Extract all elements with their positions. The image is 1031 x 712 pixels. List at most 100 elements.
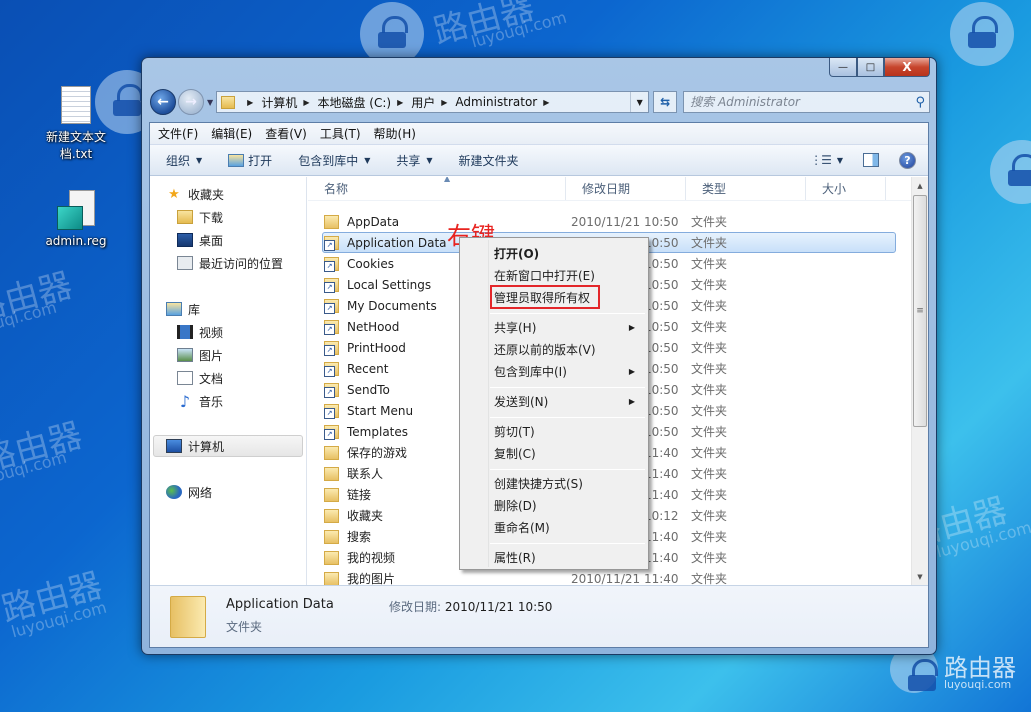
view-options-dropdown[interactable]: ▼ [837, 156, 843, 165]
context-menu-item[interactable]: 复制(C) [463, 442, 645, 464]
scroll-up-arrow[interactable]: ▲ [912, 177, 928, 194]
context-menu-item[interactable]: 属性(R) [463, 546, 645, 568]
include-in-library-button[interactable]: 包含到库中 ▼ [298, 152, 370, 169]
search-input[interactable] [690, 95, 916, 109]
menu-bar: 文件(F) 编辑(E) 查看(V) 工具(T) 帮助(H) [150, 123, 928, 145]
nav-pictures[interactable]: 图片 [177, 344, 306, 366]
nav-recent-places[interactable]: 最近访问的位置 [177, 252, 306, 274]
nav-music[interactable]: ♪ 音乐 [177, 390, 306, 412]
help-icon[interactable]: ? [899, 151, 916, 169]
column-header-size[interactable]: 大小 [806, 177, 886, 200]
nav-documents[interactable]: 文档 [177, 367, 306, 389]
file-name: 我的图片 [347, 572, 396, 585]
file-type: 文件夹 [691, 257, 728, 271]
file-type: 文件夹 [691, 362, 728, 376]
star-icon: ★ [168, 186, 180, 202]
context-menu-item[interactable]: 还原以前的版本(V) [463, 338, 645, 360]
menu-tools[interactable]: 工具(T) [320, 125, 361, 142]
refresh-button[interactable]: ⇆ [653, 91, 678, 113]
context-menu-item[interactable]: 共享(H) ▶ [463, 316, 645, 338]
nav-desktop[interactable]: 桌面 [177, 229, 306, 251]
vertical-scrollbar[interactable]: ▲ ≡ ▼ [911, 177, 928, 585]
nav-videos[interactable]: 视频 [177, 321, 306, 343]
organize-button[interactable]: 组织 ▼ [166, 152, 202, 169]
open-button[interactable]: 打开 [228, 152, 272, 169]
context-menu-item[interactable]: 包含到库中(I) ▶ [463, 360, 645, 382]
menu-file[interactable]: 文件(F) [158, 125, 198, 142]
context-menu-item[interactable]: 打开(O) [463, 242, 645, 264]
search-box[interactable]: ⚲ [683, 91, 930, 113]
chevron-right-icon[interactable]: ▶ [543, 98, 549, 107]
file-type: 文件夹 [691, 299, 728, 313]
registry-file-icon [57, 190, 95, 230]
search-icon[interactable]: ⚲ [915, 95, 925, 110]
back-button[interactable]: ← [150, 89, 176, 115]
context-menu-item[interactable]: 在新窗口中打开(E) [463, 264, 645, 286]
file-name-cell: Application Data [324, 235, 447, 251]
desktop-icon-registry-file[interactable]: admin.reg [36, 190, 116, 248]
menu-view[interactable]: 查看(V) [265, 125, 307, 142]
context-menu-item[interactable]: 重命名(M) [463, 516, 645, 538]
new-folder-button[interactable]: 新建文件夹 [459, 152, 519, 169]
file-name-cell: Local Settings [324, 277, 431, 293]
file-name: NetHood [347, 319, 400, 334]
address-history-dropdown[interactable]: ▼ [630, 92, 648, 112]
breadcrumb-users[interactable]: 用户 ▶ [411, 94, 455, 111]
nav-favorites[interactable]: ★ 收藏夹 [166, 183, 306, 205]
forward-button[interactable]: → [178, 89, 204, 115]
context-menu: 打开(O) 在新窗口中打开(E) 管理员取得所有权 共享(H) ▶ 还原以前的版本(V) 包… [459, 237, 649, 570]
breadcrumb-computer[interactable]: 计算机 ▶ [261, 94, 317, 111]
chevron-right-icon[interactable]: ▶ [397, 98, 403, 107]
desktop-icon-label: 新建文本文档.txt [45, 130, 106, 161]
context-menu-item[interactable]: 发送到(N) ▶ [463, 390, 645, 412]
details-pane: Application Data 修改日期: 2010/11/21 10:50 … [150, 585, 928, 647]
address-bar[interactable]: ▶ 计算机 ▶ 本地磁盘 (C:) ▶ 用户 ▶ Administrator ▶ ▼ [216, 91, 650, 113]
context-menu-item[interactable]: 管理员取得所有权 [463, 286, 645, 308]
close-button[interactable]: X [884, 58, 930, 77]
chevron-right-icon[interactable]: ▶ [303, 98, 309, 107]
recent-pages-dropdown[interactable]: ▼ [207, 98, 213, 107]
folder-shortcut-icon [324, 319, 339, 335]
column-header-modified[interactable]: 修改日期 [566, 177, 686, 200]
context-menu-item[interactable]: 剪切(T) [463, 420, 645, 442]
preview-pane-icon[interactable] [863, 153, 879, 167]
details-item-name: Application Data [226, 597, 334, 612]
change-view-icon[interactable]: ⋮☰ [810, 153, 832, 167]
share-button[interactable]: 共享 ▼ [396, 152, 432, 169]
column-header-name[interactable]: 名称 [308, 177, 566, 200]
menu-separator [490, 387, 645, 388]
context-menu-item[interactable]: 创建快捷方式(S) [463, 472, 645, 494]
menu-help[interactable]: 帮助(H) [374, 125, 416, 142]
chevron-right-icon[interactable]: ▶ [247, 98, 253, 107]
minimize-button[interactable]: — [829, 58, 857, 77]
maximize-button[interactable]: □ [857, 58, 884, 77]
breadcrumb-administrator[interactable]: Administrator ▶ [455, 95, 557, 109]
file-name-cell: My Documents [324, 298, 437, 314]
file-row[interactable]: 我的图片 2010/11/21 11:40 文件夹 [308, 568, 910, 585]
nav-network[interactable]: 网络 [166, 481, 306, 503]
nav-computer[interactable]: 计算机 [153, 435, 303, 457]
caption-buttons: — □ X [829, 58, 930, 77]
chevron-right-icon[interactable]: ▶ [441, 98, 447, 107]
context-menu-item-label: 创建快捷方式(S) [494, 476, 583, 491]
desktop-icon-label: admin.reg [45, 234, 107, 248]
column-header-type[interactable]: 类型 [686, 177, 806, 200]
nav-downloads[interactable]: 下载 [177, 206, 306, 228]
folder-icon [324, 466, 339, 481]
scroll-down-arrow[interactable]: ▼ [912, 568, 928, 585]
context-menu-item[interactable]: 删除(D) [463, 494, 645, 516]
file-name-cell: 链接 [324, 486, 371, 503]
navigation-bar: ← → ▼ ▶ 计算机 ▶ 本地磁盘 (C:) ▶ 用户 ▶ Administrato… [150, 88, 930, 116]
nav-libraries[interactable]: 库 [166, 298, 306, 320]
menu-edit[interactable]: 编辑(E) [211, 125, 252, 142]
refresh-icon: ⇆ [660, 95, 671, 109]
file-row[interactable]: AppData 2010/11/21 10:50 文件夹 [308, 211, 910, 232]
navigation-pane: ★ 收藏夹 下载 桌面 最近访问的位置 库 视频 图片 文档 ♪ 音乐 计算机 网络 [150, 177, 307, 585]
file-name: My Documents [347, 298, 437, 313]
breadcrumb-local-disk[interactable]: 本地磁盘 (C:) ▶ [317, 94, 411, 111]
file-type: 文件夹 [691, 383, 728, 397]
scrollbar-thumb[interactable]: ≡ [913, 195, 927, 427]
desktop-icon [177, 233, 193, 247]
submenu-arrow-icon: ▶ [628, 396, 635, 406]
desktop-icon-text-file[interactable]: 新建文本文档.txt [36, 86, 116, 162]
